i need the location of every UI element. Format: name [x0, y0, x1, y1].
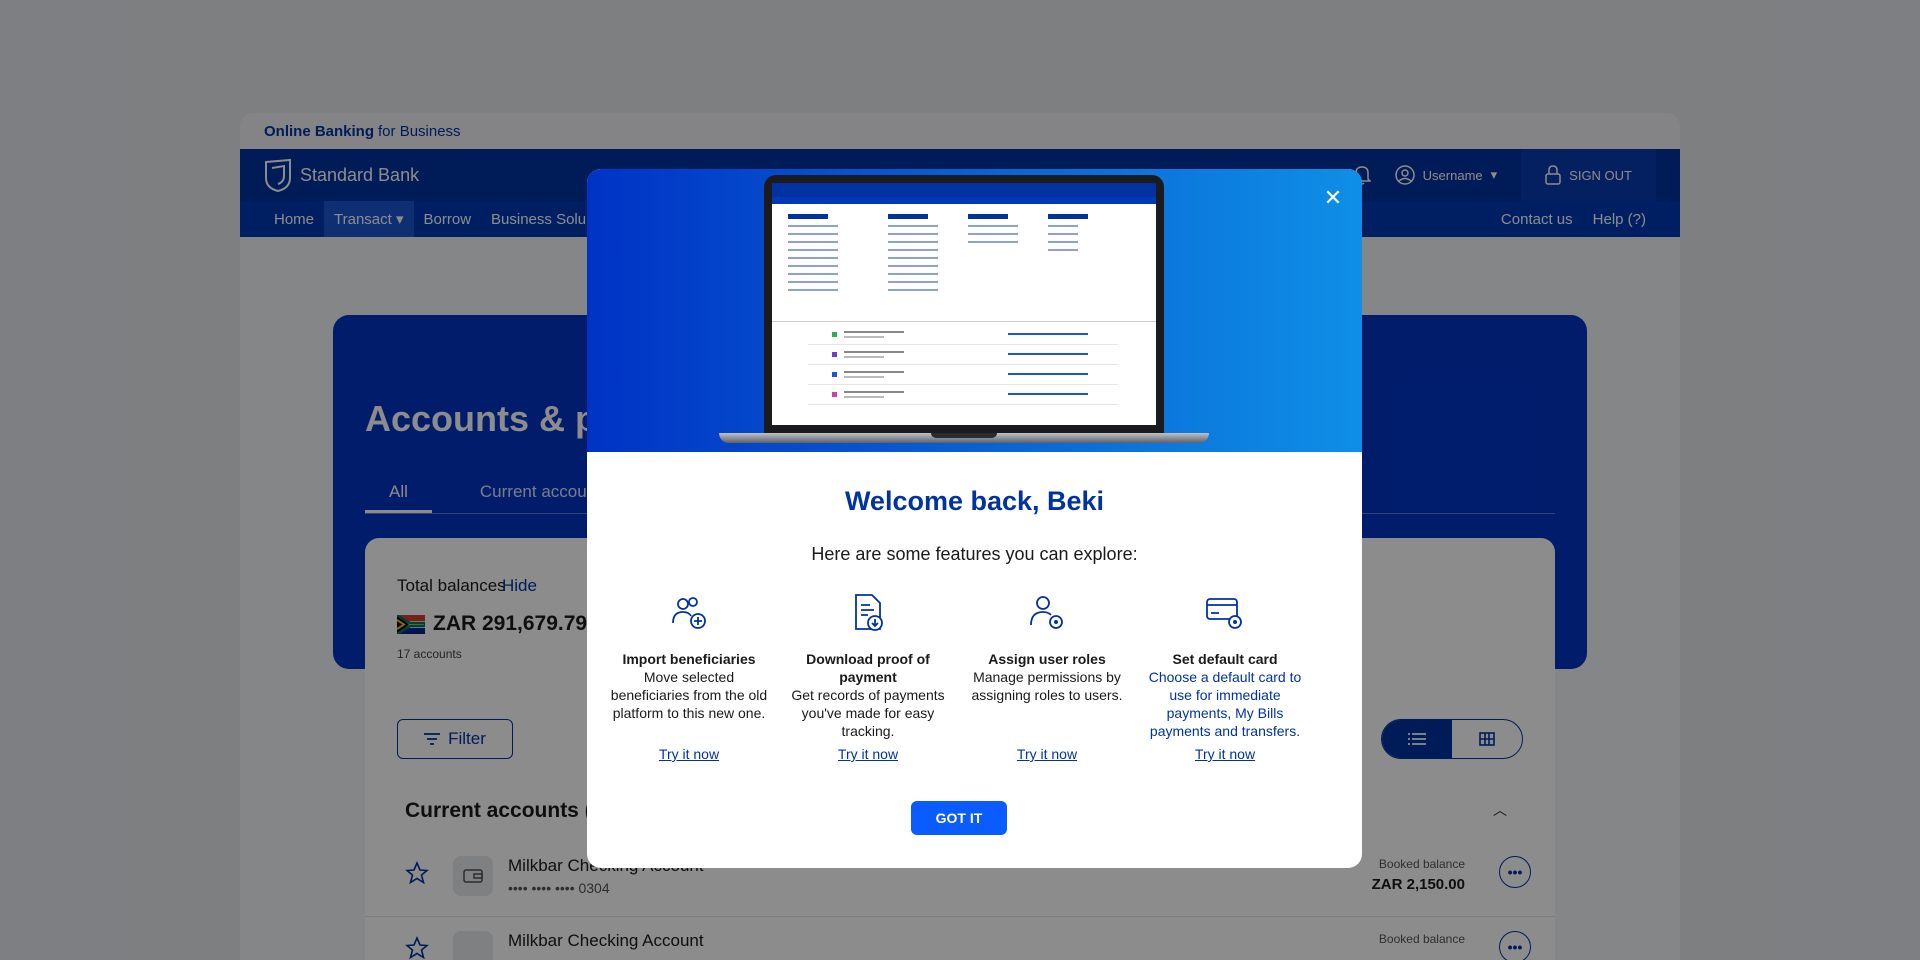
feature-title: Import beneficiaries — [622, 651, 756, 667]
try-assign-roles-link[interactable]: Try it now — [962, 746, 1132, 762]
feature-download-proof: Download proof of payment Get records of… — [783, 593, 953, 740]
try-download-proof-link[interactable]: Try it now — [783, 746, 953, 762]
modal-hero-image: ✕ — [587, 169, 1362, 452]
feature-description: Move selected beneficiaries from the old… — [610, 669, 768, 721]
got-it-button[interactable]: GOT IT — [911, 801, 1007, 835]
feature-import-beneficiaries: Import beneficiaries Move selected benef… — [604, 593, 774, 722]
card-settings-icon — [1206, 598, 1242, 629]
laptop-illustration — [719, 175, 1209, 447]
modal-subtitle: Here are some features you can explore: — [811, 544, 1138, 564]
feature-description: Choose a default card to use for immedia… — [1148, 669, 1302, 739]
feature-assign-roles: Assign user roles Manage permissions by … — [962, 593, 1132, 704]
feature-description: Get records of payments you've made for … — [791, 687, 945, 739]
users-add-icon — [672, 597, 706, 629]
feature-title: Assign user roles — [988, 651, 1106, 667]
user-settings-icon — [1030, 596, 1063, 629]
feature-description: Manage permissions by assigning roles to… — [971, 669, 1123, 703]
try-import-beneficiaries-link[interactable]: Try it now — [604, 746, 774, 762]
document-download-icon — [855, 594, 883, 631]
close-icon[interactable]: ✕ — [1322, 187, 1344, 209]
feature-title: Download proof of payment — [806, 651, 930, 685]
welcome-modal: ✕ Welcome back, Beki Here are some featu… — [587, 169, 1362, 868]
try-default-card-link[interactable]: Try it now — [1140, 746, 1310, 762]
modal-title: Welcome back, Beki — [844, 486, 1105, 516]
feature-default-card: Set default card Choose a default card t… — [1140, 593, 1310, 740]
feature-title: Set default card — [1172, 651, 1278, 667]
